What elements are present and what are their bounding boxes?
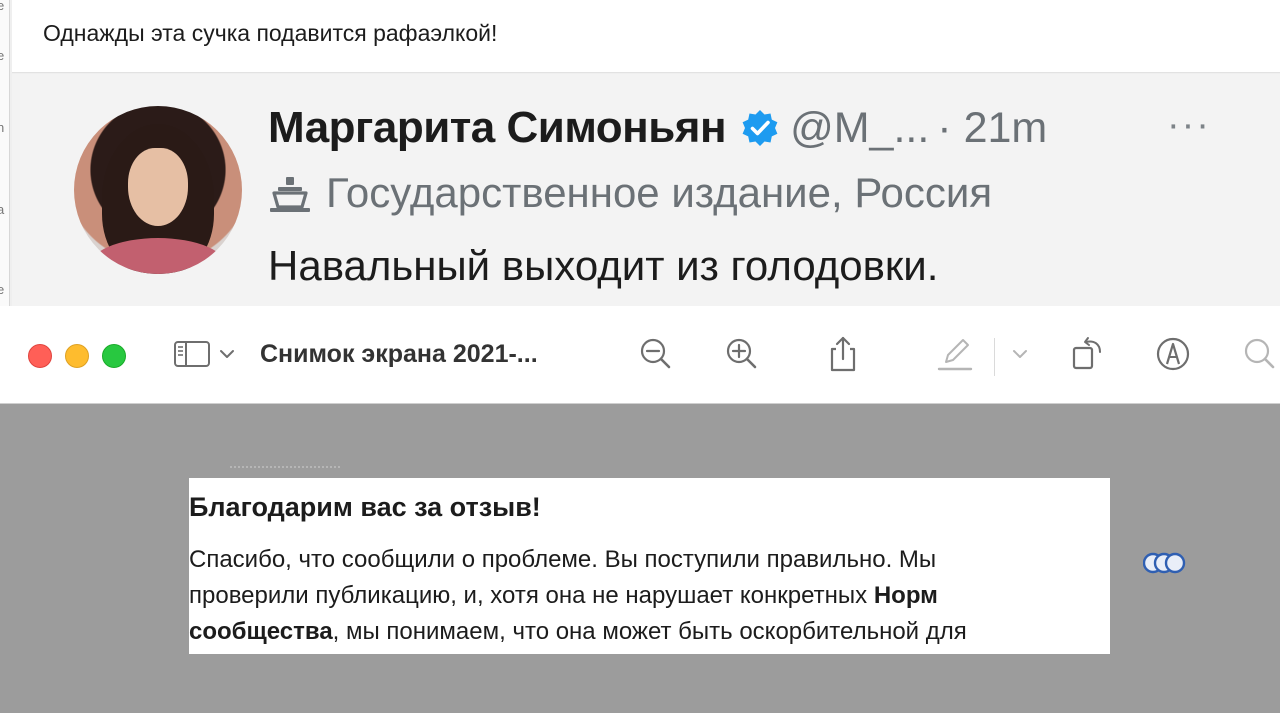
state-media-label: Государственное издание, Россия (268, 169, 992, 217)
tweet-handle: @M_... (790, 103, 930, 152)
cropped-text-remnant (230, 466, 340, 474)
community-standards-link: Норм (873, 582, 938, 609)
podium-icon (270, 177, 310, 212)
tweet-author-name: Маргарита Симоньян (268, 103, 727, 152)
screenshot-top-area: el en al e Однажды эта сучка подавится р… (0, 0, 1280, 306)
toolbar-divider (994, 338, 995, 376)
preview-toolbar: Снимок экрана 2021-... (0, 306, 1280, 404)
left-window-edge: el en al e (0, 0, 10, 306)
zoom-in-icon[interactable] (722, 334, 762, 374)
tweet-body: Навальный выходит из голодовки. (268, 242, 939, 289)
tweet-header: Маргарита Симоньян @M_... · 21m (268, 100, 1047, 156)
avatar (74, 106, 242, 274)
comment-text: Однажды эта сучка подавится рафаэлкой! (43, 20, 498, 46)
markup-icon[interactable] (1153, 334, 1193, 374)
maximize-window-button[interactable] (102, 344, 126, 368)
rotate-icon[interactable] (1068, 334, 1108, 374)
document-title: Снимок экрана 2021-... (260, 340, 538, 368)
zoom-out-icon[interactable] (636, 334, 676, 374)
comment-box: Однажды эта сучка подавится рафаэлкой! (12, 0, 1280, 73)
tweet-time: · 21m (937, 103, 1048, 152)
feedback-line-1: Спасибо, что сообщили о проблеме. Вы пос… (189, 546, 937, 573)
verified-badge-icon (742, 110, 778, 146)
feedback-line-3: сообщества, мы понимаем, что она может б… (189, 618, 967, 645)
highlight-pen-icon[interactable] (936, 334, 976, 374)
more-options-icon[interactable]: ··· (1167, 104, 1211, 147)
share-icon[interactable] (823, 334, 863, 374)
feedback-heading: Благодарим вас за отзыв! (189, 492, 541, 522)
chevron-down-icon[interactable] (1009, 334, 1031, 374)
embedded-tweet: Маргарита Симоньян @M_... · 21m ··· Госу… (12, 74, 1280, 306)
feedback-line-2: проверили публикацию, и, хотя она не нар… (189, 582, 938, 609)
search-icon[interactable] (1240, 334, 1280, 374)
community-standards-link-cont: сообщества (189, 618, 333, 645)
coins-icon (1143, 552, 1186, 574)
sidebar-icon[interactable] (172, 334, 212, 374)
chevron-down-icon[interactable] (216, 334, 238, 374)
state-media-text: Государственное издание, Россия (326, 169, 993, 216)
minimize-window-button[interactable] (65, 344, 89, 368)
document-page: Благодарим вас за отзыв! Спасибо, что со… (189, 478, 1110, 654)
close-window-button[interactable] (28, 344, 52, 368)
